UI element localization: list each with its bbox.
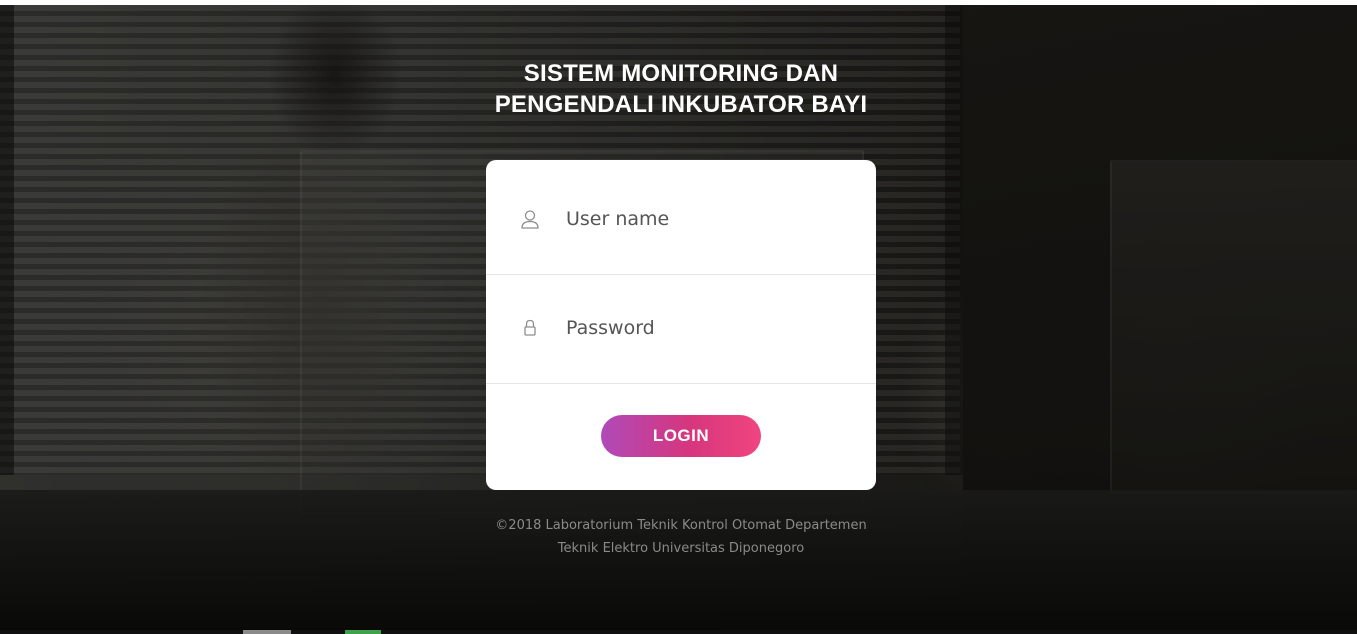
bottom-edge-mark bbox=[345, 630, 381, 634]
username-field bbox=[486, 165, 876, 275]
footer-copyright: ©2018 Laboratorium Teknik Kontrol Otomat… bbox=[430, 514, 932, 560]
login-card: LOGIN bbox=[486, 160, 876, 490]
username-input[interactable] bbox=[566, 202, 856, 236]
bottom-edge bbox=[0, 630, 1357, 634]
footer-line-1: ©2018 Laboratorium Teknik Kontrol Otomat… bbox=[495, 518, 867, 533]
login-page: SISTEM MONITORING DAN PENGENDALI INKUBAT… bbox=[0, 0, 1357, 634]
lock-icon bbox=[520, 318, 540, 338]
page-title-line-2: PENGENDALI INKUBATOR BAYI bbox=[494, 91, 868, 118]
password-input[interactable] bbox=[566, 311, 856, 345]
page-title: SISTEM MONITORING DAN PENGENDALI INKUBAT… bbox=[430, 58, 932, 120]
user-icon bbox=[520, 209, 540, 229]
login-button[interactable]: LOGIN bbox=[601, 415, 761, 457]
bottom-edge-mark bbox=[243, 630, 291, 634]
footer-line-2: Teknik Elektro Universitas Diponegoro bbox=[557, 541, 805, 556]
password-field bbox=[486, 274, 876, 384]
page-title-line-1: SISTEM MONITORING DAN bbox=[523, 60, 839, 87]
